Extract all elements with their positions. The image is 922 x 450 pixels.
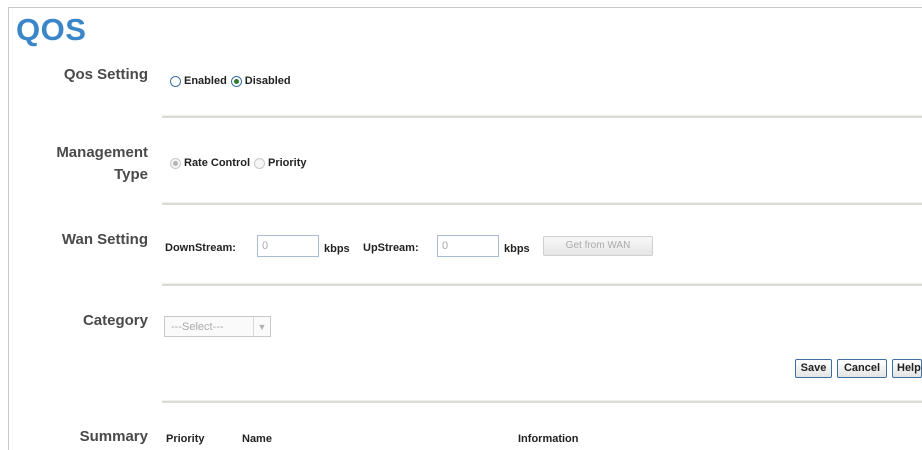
upstream-input[interactable] <box>437 235 499 257</box>
downstream-unit: kbps <box>324 243 350 255</box>
priority-radio[interactable] <box>254 157 265 169</box>
page-title: QOS <box>16 12 87 47</box>
category-select-value: ---Select--- <box>171 320 224 333</box>
category-label: Category <box>82 312 148 329</box>
rate-control-radio[interactable] <box>170 157 181 169</box>
save-button[interactable]: Save <box>795 359 832 378</box>
section-divider <box>162 283 922 286</box>
category-select[interactable]: ---Select--- ▼ <box>164 316 271 337</box>
chevron-down-icon: ▼ <box>253 317 270 336</box>
qos-setting-radio-group: Enabled Disabled <box>170 75 295 87</box>
qos-disabled-radio[interactable] <box>230 75 242 87</box>
summary-label: Summary <box>79 428 148 445</box>
management-type-label-line1: Management <box>56 144 148 161</box>
cancel-button[interactable]: Cancel <box>837 359 887 378</box>
management-type-label: Management Type <box>16 142 148 186</box>
section-divider <box>162 400 922 403</box>
qos-enabled-label[interactable]: Enabled <box>184 75 227 87</box>
section-divider <box>162 202 922 205</box>
help-button[interactable]: Help <box>892 359 922 378</box>
rate-control-label[interactable]: Rate Control <box>184 157 250 169</box>
management-type-radio-group: Rate Control Priority <box>170 157 311 169</box>
summary-column-priority: Priority <box>166 433 205 445</box>
qos-disabled-label[interactable]: Disabled <box>245 75 291 87</box>
section-divider <box>162 115 922 118</box>
upstream-label: UpStream: <box>363 242 419 254</box>
wan-setting-label: Wan Setting <box>61 231 148 248</box>
frame-left-border <box>8 7 9 450</box>
qos-enabled-radio[interactable] <box>170 75 181 87</box>
priority-label[interactable]: Priority <box>268 157 307 169</box>
qos-setting-label: Qos Setting <box>63 66 148 83</box>
summary-column-name: Name <box>242 433 272 445</box>
upstream-unit: kbps <box>504 243 530 255</box>
frame-top-border <box>8 7 922 8</box>
summary-column-information: Information <box>518 433 579 445</box>
get-from-wan-button[interactable]: Get from WAN <box>543 236 653 256</box>
downstream-label: DownStream: <box>165 242 236 254</box>
downstream-input[interactable] <box>257 235 319 257</box>
management-type-label-line2: Type <box>114 166 148 183</box>
